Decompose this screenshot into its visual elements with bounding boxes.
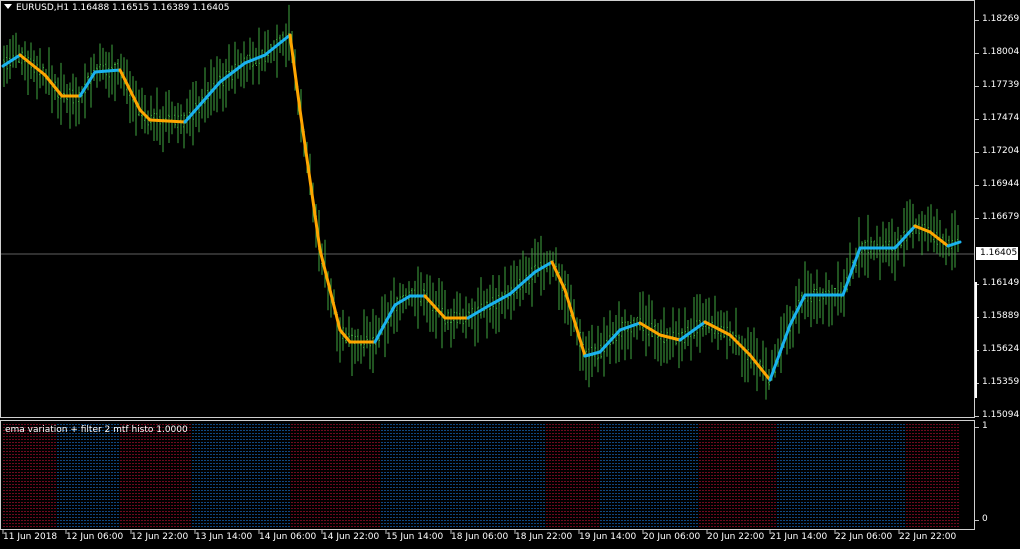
- chart-canvas[interactable]: [0, 0, 1020, 549]
- ma-segment: [18, 53, 47, 77]
- ma-segment: [928, 230, 950, 248]
- current-price-label: 1.16405: [976, 247, 1018, 260]
- chart-symbol-title: EURUSD,H1 1.16488 1.16515 1.16389 1.1640…: [4, 3, 229, 13]
- dropdown-triangle-icon[interactable]: [4, 4, 12, 9]
- time-label: 18 Jun 22:00: [515, 532, 573, 542]
- time-label: 20 Jun 06:00: [643, 532, 701, 542]
- ma-segment: [841, 246, 862, 297]
- time-label: 15 Jun 14:00: [386, 532, 444, 542]
- symbol-info: EURUSD,H1 1.16488 1.16515 1.16389 1.1640…: [16, 3, 230, 13]
- time-label: 18 Jun 06:00: [451, 532, 509, 542]
- time-label: 21 Jun 14:00: [770, 532, 828, 542]
- time-label: 22 Jun 22:00: [899, 532, 957, 542]
- time-label: 12 Jun 06:00: [66, 532, 124, 542]
- ma-segment: [678, 320, 707, 342]
- indicator-title: ema variation + filter 2 mtf histo 1.000…: [5, 425, 188, 435]
- ma-segment: [318, 248, 342, 332]
- time-label: 14 Jun 06:00: [259, 532, 317, 542]
- time-label: 20 Jun 22:00: [707, 532, 765, 542]
- time-label: 22 Jun 06:00: [835, 532, 893, 542]
- ma-segment: [788, 293, 807, 327]
- time-label: 14 Jun 22:00: [322, 532, 380, 542]
- axis-scroll-marker: [975, 282, 977, 398]
- ma-segment: [298, 108, 322, 252]
- time-label: 13 Jun 14:00: [195, 532, 253, 542]
- time-label: 11 Jun 2018: [3, 532, 58, 542]
- ma-segment: [288, 33, 302, 112]
- ma-segment: [1, 53, 22, 68]
- time-label: 19 Jun 14:00: [579, 532, 637, 542]
- ma-segment: [43, 73, 64, 98]
- ma-segment: [93, 68, 122, 74]
- ma-segment: [148, 118, 187, 124]
- time-label: 12 Jun 22:00: [131, 532, 189, 542]
